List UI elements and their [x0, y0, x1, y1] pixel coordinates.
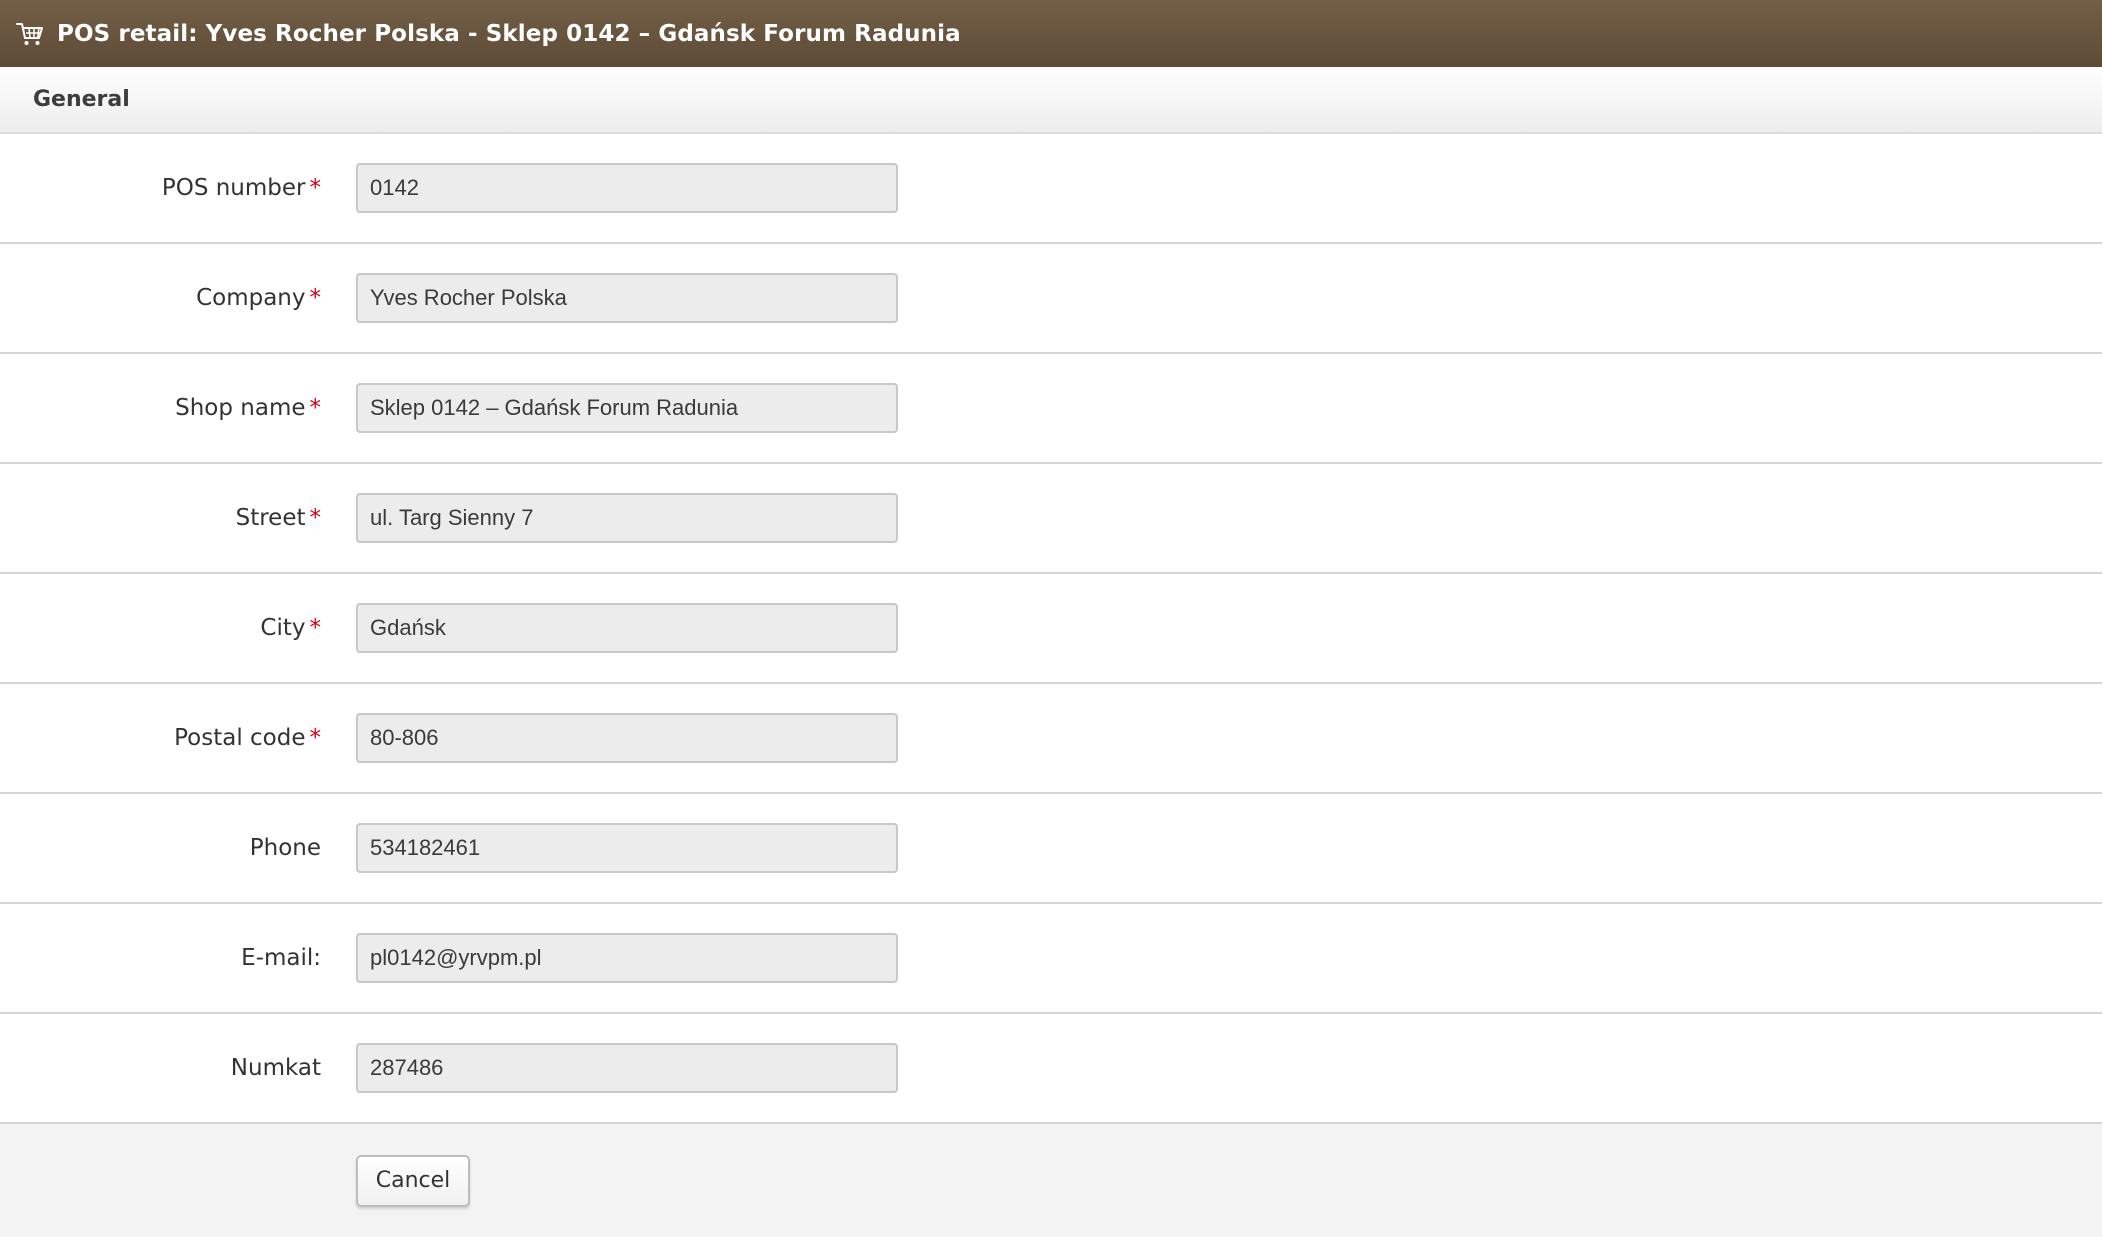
email-label: E-mail:	[241, 945, 321, 971]
form-row-shop-name: Shop name *	[0, 354, 2102, 464]
required-marker: *	[309, 175, 322, 201]
section-header-general: General	[0, 67, 2102, 134]
form-row-email: E-mail:	[0, 904, 2102, 1014]
window-title: POS retail: Yves Rocher Polska - Sklep 0…	[57, 20, 961, 47]
city-label: City *	[260, 615, 322, 641]
postal-code-label: Postal code *	[174, 725, 322, 751]
form-row-city: City *	[0, 574, 2102, 684]
pos-form: POS number* Company* Shop name* Street* …	[0, 134, 2102, 1124]
form-actions: Cancel	[0, 1124, 2102, 1237]
pos-number-field[interactable]	[356, 163, 898, 213]
form-row-pos-number: POS number *	[0, 134, 2102, 244]
required-marker: *	[309, 725, 322, 751]
postal-code-field[interactable]	[356, 713, 898, 763]
street-field[interactable]	[356, 493, 898, 543]
shop-name-field[interactable]	[356, 383, 898, 433]
window-titlebar: POS retail: Yves Rocher Polska - Sklep 0…	[0, 0, 2102, 67]
required-marker: *	[309, 615, 322, 641]
required-marker: *	[309, 505, 322, 531]
email-field[interactable]	[356, 933, 898, 983]
section-title: General	[33, 87, 130, 112]
company-field[interactable]	[356, 273, 898, 323]
pos-number-label: POS number *	[161, 175, 322, 201]
phone-label: Phone	[249, 835, 321, 861]
shopping-cart-icon	[15, 19, 45, 49]
form-row-postal-code: Postal code *	[0, 684, 2102, 794]
shop-name-label: Shop name *	[175, 395, 322, 421]
cancel-button[interactable]: Cancel	[356, 1154, 470, 1207]
numkat-label: Numkat	[230, 1055, 321, 1081]
numkat-field[interactable]	[356, 1043, 898, 1093]
form-row-numkat: Numkat	[0, 1014, 2102, 1124]
company-label: Company *	[196, 285, 322, 311]
required-marker: *	[309, 285, 322, 311]
form-row-phone: Phone	[0, 794, 2102, 904]
required-marker: *	[309, 395, 322, 421]
phone-field[interactable]	[356, 823, 898, 873]
street-label: Street *	[235, 505, 322, 531]
form-row-street: Street *	[0, 464, 2102, 574]
form-row-company: Company *	[0, 244, 2102, 354]
city-field[interactable]	[356, 603, 898, 653]
